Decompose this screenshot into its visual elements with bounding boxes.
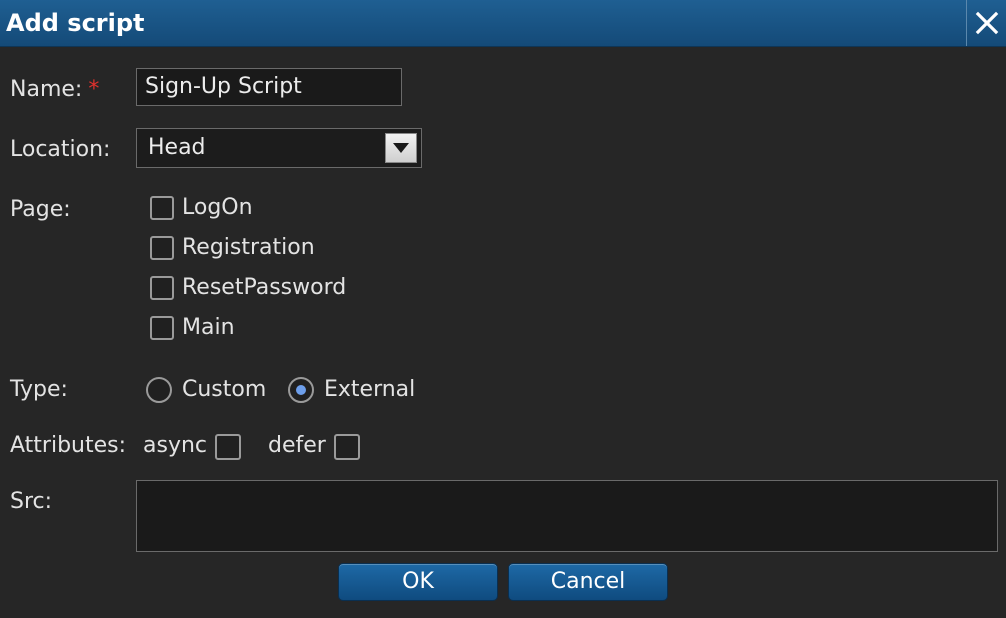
defer-checkbox[interactable] xyxy=(334,434,360,460)
location-selected-value: Head xyxy=(148,135,206,160)
page-checkbox-resetpassword[interactable] xyxy=(150,276,174,300)
type-radio-custom[interactable] xyxy=(146,377,172,403)
type-label: Type: xyxy=(10,377,68,402)
page-option-label: Main xyxy=(182,315,235,340)
page-option-label: ResetPassword xyxy=(182,275,347,300)
type-option-external[interactable]: External xyxy=(288,376,415,404)
page-label: Page: xyxy=(10,197,71,222)
add-script-dialog: Add script Name: * Sign-Up Script Locatio… xyxy=(0,0,1006,618)
required-marker: * xyxy=(88,77,100,102)
page-option-label: Registration xyxy=(182,235,315,260)
ok-button[interactable]: OK xyxy=(338,563,498,601)
src-label: Src: xyxy=(10,489,53,514)
chevron-down-icon xyxy=(393,143,409,153)
page-checkbox-registration[interactable] xyxy=(150,236,174,260)
name-input[interactable]: Sign-Up Script xyxy=(136,68,402,106)
page-option-logon[interactable]: LogOn xyxy=(150,194,253,222)
cancel-button[interactable]: Cancel xyxy=(508,563,668,601)
location-dropdown-button[interactable] xyxy=(385,133,417,163)
page-option-registration[interactable]: Registration xyxy=(150,234,315,262)
page-checkbox-main[interactable] xyxy=(150,316,174,340)
page-option-label: LogOn xyxy=(182,195,253,220)
page-option-resetpassword[interactable]: ResetPassword xyxy=(150,274,346,302)
location-label: Location: xyxy=(10,137,111,162)
src-input[interactable] xyxy=(136,480,998,552)
location-select[interactable]: Head xyxy=(136,128,422,168)
name-label: Name: * xyxy=(10,77,100,102)
defer-label: defer xyxy=(268,433,326,458)
dialog-title: Add script xyxy=(6,9,145,37)
async-label: async xyxy=(143,433,208,458)
type-option-label: External xyxy=(324,377,416,402)
type-option-custom[interactable]: Custom xyxy=(146,376,266,404)
close-button[interactable] xyxy=(966,0,1006,46)
page-option-main[interactable]: Main xyxy=(150,314,235,342)
attributes-label: Attributes: xyxy=(10,433,127,458)
async-checkbox[interactable] xyxy=(215,434,241,460)
type-option-label: Custom xyxy=(182,377,267,402)
page-checkbox-logon[interactable] xyxy=(150,196,174,220)
type-radio-external[interactable] xyxy=(288,377,314,403)
title-bar: Add script xyxy=(0,0,1006,47)
close-icon xyxy=(975,11,998,35)
